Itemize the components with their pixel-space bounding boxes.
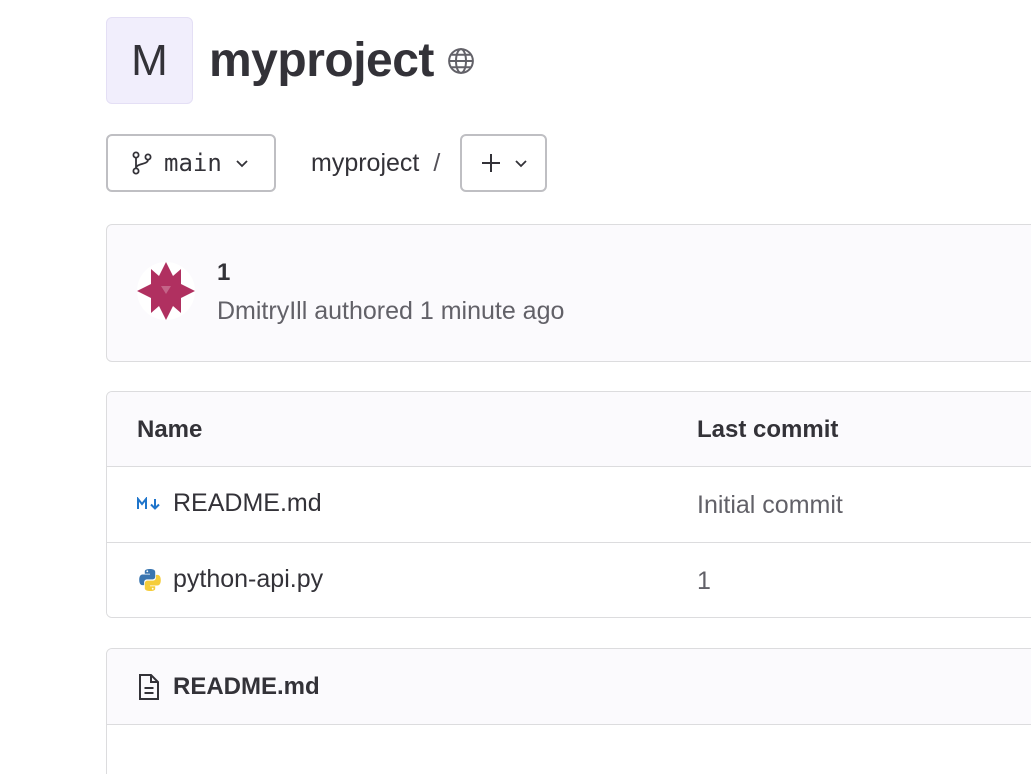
project-title: myproject — [209, 34, 434, 87]
document-icon — [137, 673, 163, 701]
last-commit-panel: 1 DmitryIll authored 1 minute ago — [106, 224, 1031, 362]
breadcrumb-project[interactable]: myproject — [311, 149, 419, 178]
readme-header: README.md — [107, 649, 1031, 725]
plus-icon — [479, 151, 503, 175]
table-row[interactable]: README.md Initial commit — [107, 467, 1031, 543]
file-last-commit[interactable]: 1 — [697, 567, 711, 596]
user-avatar[interactable] — [137, 262, 195, 320]
table-header: Name Last commit — [107, 392, 1031, 467]
python-icon — [137, 567, 163, 593]
commit-title[interactable]: 1 — [217, 259, 230, 287]
file-table: Name Last commit README.md Initial commi… — [106, 391, 1031, 618]
chevron-down-icon — [513, 155, 529, 171]
project-header: M myproject — [106, 17, 476, 104]
file-name-cell[interactable]: README.md — [137, 489, 322, 518]
markdown-icon — [137, 491, 163, 517]
project-avatar[interactable]: M — [106, 17, 193, 104]
column-header-last-commit: Last commit — [697, 416, 839, 443]
globe-icon[interactable] — [446, 46, 476, 76]
repo-toolbar: main myproject / — [106, 134, 548, 192]
file-name-cell[interactable]: python-api.py — [137, 565, 323, 594]
branch-name: main — [164, 149, 222, 177]
file-last-commit[interactable]: Initial commit — [697, 491, 843, 520]
branch-selector-button[interactable]: main — [106, 134, 276, 192]
readme-panel: README.md — [106, 648, 1031, 774]
file-name[interactable]: README.md — [173, 489, 322, 518]
column-header-name: Name — [137, 416, 203, 443]
file-name[interactable]: python-api.py — [173, 565, 323, 594]
chevron-down-icon — [234, 155, 250, 171]
table-row[interactable]: python-api.py 1 — [107, 543, 1031, 617]
add-to-tree-button[interactable] — [460, 134, 548, 192]
commit-meta: DmitryIll authored 1 minute ago — [217, 297, 565, 325]
readme-title[interactable]: README.md — [173, 673, 320, 701]
breadcrumb-separator: / — [433, 148, 441, 177]
branch-icon — [130, 150, 154, 176]
